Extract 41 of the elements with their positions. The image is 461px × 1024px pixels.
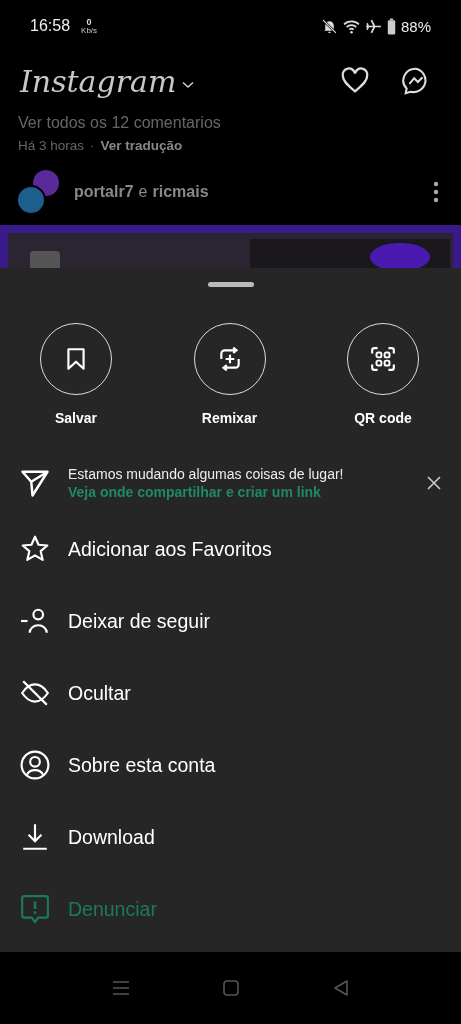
back-icon[interactable] [331, 979, 350, 997]
action-label: QR code [354, 410, 412, 426]
eye-slash-icon [20, 678, 50, 708]
chevron-down-icon[interactable] [182, 81, 195, 89]
download-icon [20, 822, 50, 852]
qr-code-icon [370, 346, 396, 372]
avatar-pair[interactable] [16, 169, 62, 215]
menu-item[interactable]: Download [0, 801, 461, 873]
author-joiner: e [138, 183, 148, 201]
paper-plane-icon [20, 468, 50, 498]
notice-text: Estamos mudando algumas coisas de lugar! [68, 466, 345, 482]
app-logo[interactable]: Instagram [20, 63, 177, 99]
star-icon [20, 534, 50, 564]
menu-item[interactable]: Deixar de seguir [0, 585, 461, 657]
battery-icon [386, 17, 396, 35]
close-icon[interactable] [427, 476, 441, 490]
post-author[interactable]: portalr7 [74, 183, 134, 201]
person-minus-icon [20, 606, 50, 636]
network-unit: Kb/s [81, 26, 98, 35]
drag-handle[interactable] [207, 282, 254, 287]
post-coauthor[interactable]: ricmais [152, 183, 209, 201]
action-label: Salvar [54, 410, 97, 426]
home-square-icon[interactable] [221, 979, 240, 997]
network-speed: 0 [86, 17, 92, 27]
wifi-icon [342, 17, 360, 35]
separator-dot: · [90, 138, 95, 153]
more-options-icon[interactable] [433, 181, 439, 203]
action-label: Remixar [201, 410, 258, 426]
share-link[interactable]: Veja onde compartilhar e criar um link [68, 484, 409, 500]
battery-level: 88% [400, 17, 431, 35]
view-comments-link[interactable]: Ver todos os 12 comentarios [0, 110, 461, 132]
translate-link[interactable]: Ver tradução [100, 138, 183, 153]
menu-item[interactable]: Sobre esta conta [0, 729, 461, 801]
status-time: 16:58 [30, 17, 71, 35]
muted-bell-icon [320, 17, 338, 35]
airplane-icon [364, 17, 382, 35]
post-time: Há 3 horas [18, 138, 85, 153]
menu-item[interactable]: Ocultar [0, 657, 461, 729]
menu-item[interactable]: Adicionar aos Favoritos [0, 513, 461, 585]
report-icon [20, 894, 50, 924]
account-icon [20, 750, 50, 780]
